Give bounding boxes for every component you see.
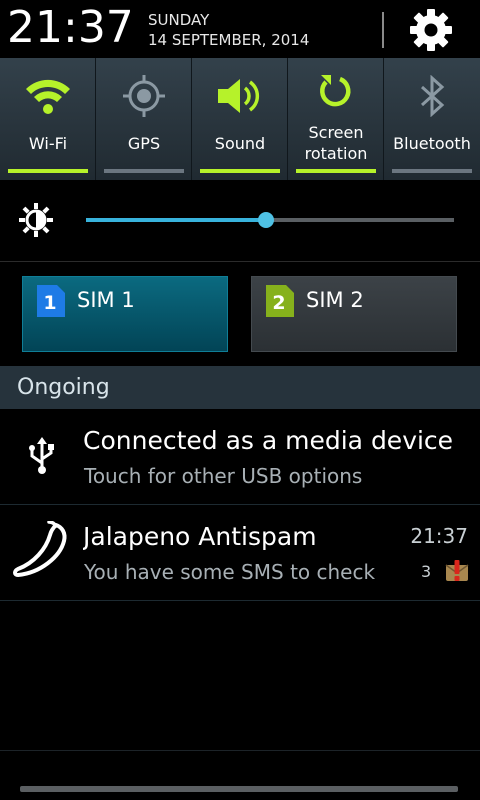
notification-subtitle: You have some SMS to check — [84, 560, 376, 584]
toggle-indicator — [104, 169, 184, 173]
sim2-button[interactable]: 2 SIM 2 — [251, 276, 457, 352]
notification-title: Jalapeno Antispam — [83, 522, 317, 551]
notification-subtitle: Touch for other USB options — [84, 464, 363, 488]
date-label: 14 SEPTEMBER, 2014 — [148, 31, 310, 49]
bluetooth-icon — [420, 75, 445, 117]
brightness-slider-thumb[interactable] — [258, 212, 274, 228]
toggle-bluetooth[interactable]: Bluetooth — [384, 58, 480, 180]
toggle-wifi[interactable]: Wi-Fi — [0, 58, 96, 180]
toggle-label: Bluetooth — [393, 134, 471, 153]
panel-drag-handle[interactable] — [20, 786, 458, 792]
notification-title: Connected as a media device — [83, 426, 454, 455]
toggle-label: Wi-Fi — [28, 134, 68, 153]
sim-label: SIM 2 — [306, 288, 364, 312]
jalapeno-notification[interactable]: Jalapeno Antispam You have some SMS to c… — [0, 505, 480, 601]
sim1-number: 1 — [43, 292, 56, 314]
toggle-label: Sound — [214, 134, 266, 153]
sim1-button[interactable]: 1 SIM 1 — [22, 276, 228, 352]
sim-label: SIM 1 — [77, 288, 135, 312]
toggle-sound[interactable]: Sound — [192, 58, 288, 180]
settings-button[interactable] — [402, 4, 460, 56]
quick-settings-panel: Wi-Fi GPS Sound Screen rotation Bluetoot… — [0, 58, 480, 180]
toggle-indicator — [8, 169, 88, 173]
jalapeno-icon — [13, 521, 67, 577]
toggle-label-line2: rotation — [304, 144, 368, 163]
toggle-gps[interactable]: GPS — [96, 58, 192, 180]
rotate-icon — [320, 75, 351, 107]
day-label: SUNDAY — [148, 11, 210, 29]
sim2-number: 2 — [272, 292, 285, 314]
section-title: Ongoing — [17, 375, 110, 400]
usb-icon — [29, 437, 54, 474]
gear-icon — [410, 9, 452, 51]
brightness-icon — [19, 203, 53, 237]
panel-bottom-divider — [0, 750, 480, 751]
alert-badge-icon — [445, 560, 469, 581]
toggle-indicator — [296, 169, 376, 173]
notification-count: 3 — [421, 562, 432, 581]
wifi-icon — [26, 79, 70, 114]
toggle-label: GPS — [127, 134, 161, 153]
notification-header: 21:37 SUNDAY 14 SEPTEMBER, 2014 — [0, 0, 480, 58]
clock: 21:37 — [7, 2, 134, 53]
toggle-label: Screen rotation — [288, 122, 384, 164]
toggle-label-line1: Screen — [308, 123, 364, 142]
notification-time: 21:37 — [410, 524, 468, 548]
sim-card-icon: 1 — [37, 285, 65, 317]
date-block: SUNDAY 14 SEPTEMBER, 2014 — [148, 10, 309, 50]
sim-selector: 1 SIM 1 2 SIM 2 — [0, 263, 480, 366]
gps-icon — [123, 75, 165, 117]
toggle-indicator — [392, 169, 472, 173]
toggle-indicator — [200, 169, 280, 173]
ongoing-section-header: Ongoing — [0, 366, 480, 409]
speaker-icon — [218, 79, 260, 113]
usb-notification[interactable]: Connected as a media device Touch for ot… — [0, 409, 480, 505]
brightness-slider-fill — [86, 218, 266, 222]
sim-card-icon: 2 — [266, 285, 294, 317]
header-divider — [382, 12, 384, 48]
toggle-screen-rotation[interactable]: Screen rotation — [288, 58, 384, 180]
